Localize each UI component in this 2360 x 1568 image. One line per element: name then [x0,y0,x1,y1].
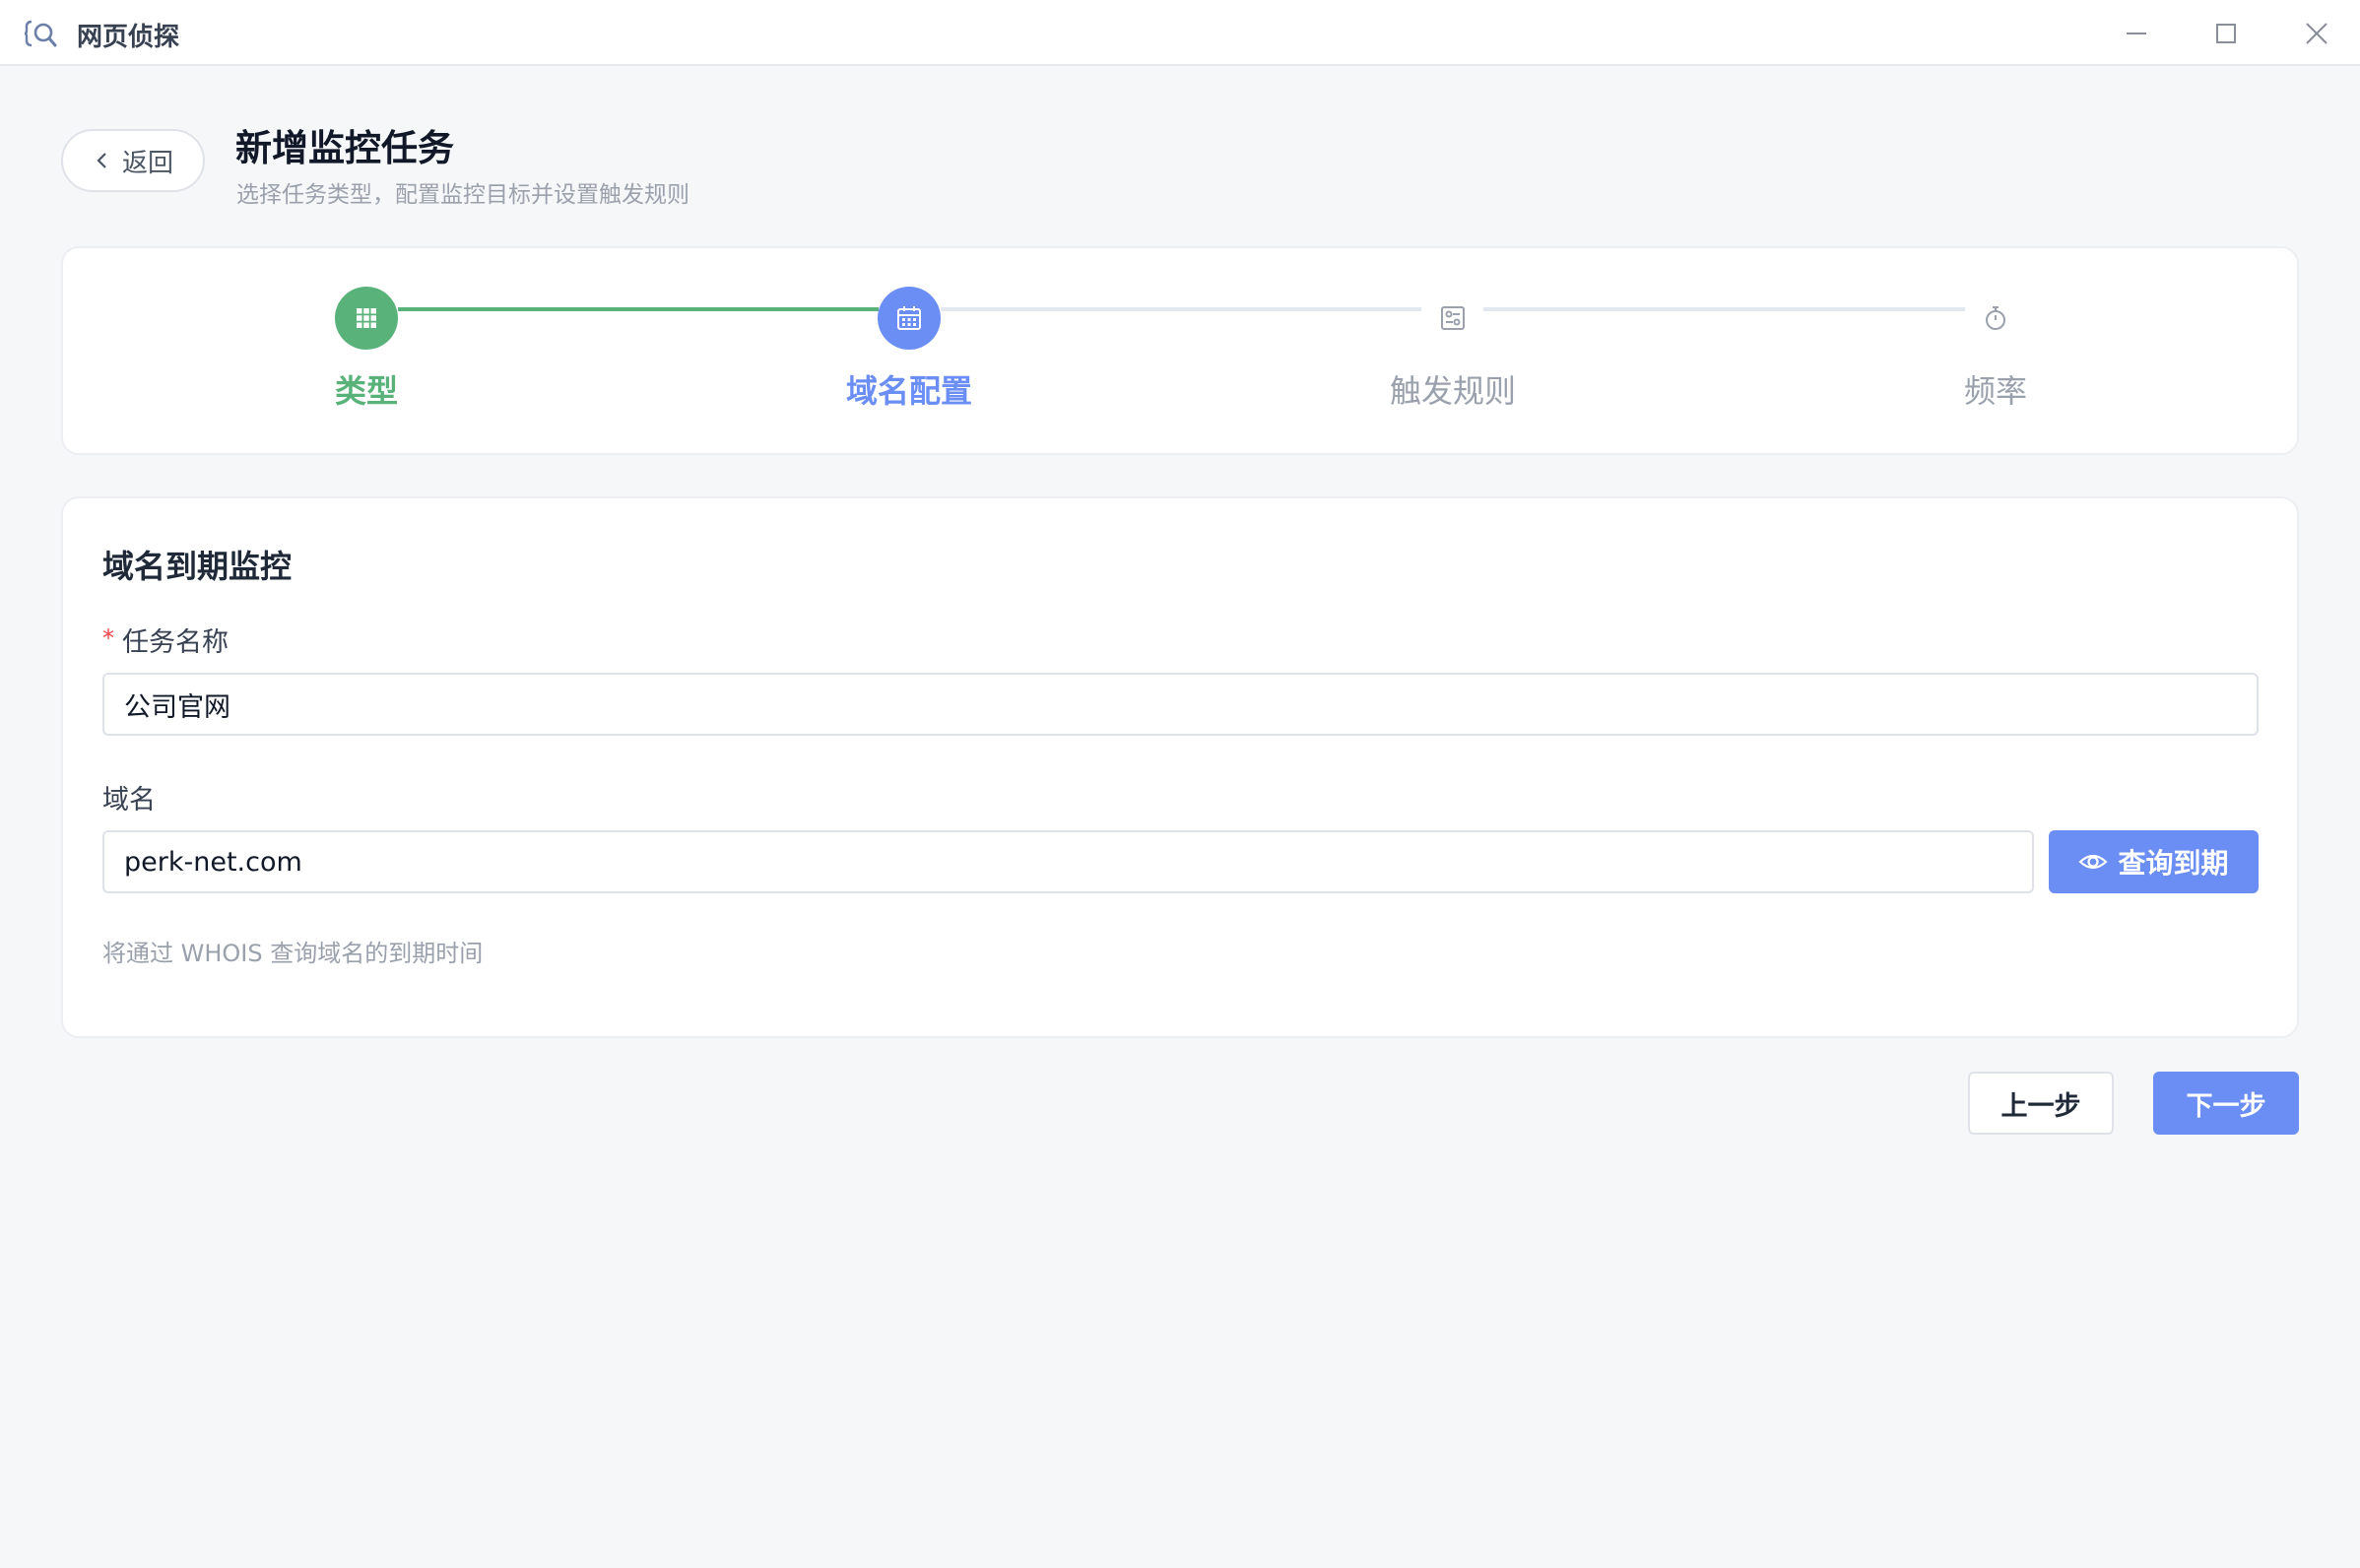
app-title: 网页侦探 [77,23,180,52]
back-button-label: 返回 [121,147,173,177]
step-label-frequency[interactable]: 频率 [1897,366,2094,412]
step-label-type[interactable]: 类型 [268,366,465,412]
page-subtitle: 选择任务类型，配置监控目标并设置触发规则 [236,182,689,208]
query-expiry-button[interactable]: 查询到期 [2049,830,2259,893]
close-icon[interactable] [2297,14,2336,53]
step-domain-config-circle[interactable] [878,287,941,350]
title-bar: 网页侦探 [0,0,2360,66]
stopwatch-icon [1986,306,2005,330]
step-label-trigger-rules[interactable]: 触发规则 [1354,366,1551,412]
required-mark: * [102,624,114,652]
prev-step-button[interactable]: 上一步 [1968,1072,2114,1135]
minimize-icon[interactable] [2117,14,2156,53]
task-name-label: 任务名称 [122,627,229,658]
calendar-icon [897,306,921,330]
eye-icon [2078,854,2109,870]
whois-hint: 将通过 WHOIS 查询域名的到期时间 [102,940,484,967]
back-button[interactable]: 返回 [61,129,205,192]
maximize-icon[interactable] [2206,14,2246,53]
next-step-button[interactable]: 下一步 [2153,1072,2299,1135]
app-logo-icon [24,20,57,47]
rule-settings-icon [1441,306,1465,330]
section-title: 域名到期监控 [102,548,293,585]
steps-card [61,246,2299,455]
step-frequency-circle[interactable] [1964,287,2027,350]
query-expiry-label: 查询到期 [2118,847,2229,880]
domain-input[interactable] [102,830,2034,893]
task-name-input[interactable] [102,673,2259,736]
step-connector-1 [398,307,879,311]
chevron-left-icon [97,153,106,168]
page-title: 新增监控任务 [235,127,454,169]
grid-icon [357,308,376,328]
step-label-domain-config[interactable]: 域名配置 [811,366,1008,412]
step-connector-3 [1483,307,1965,311]
step-connector-2 [941,307,1421,311]
domain-label: 域名 [102,785,156,816]
step-trigger-rules-circle[interactable] [1421,287,1484,350]
step-type-circle[interactable] [335,287,398,350]
